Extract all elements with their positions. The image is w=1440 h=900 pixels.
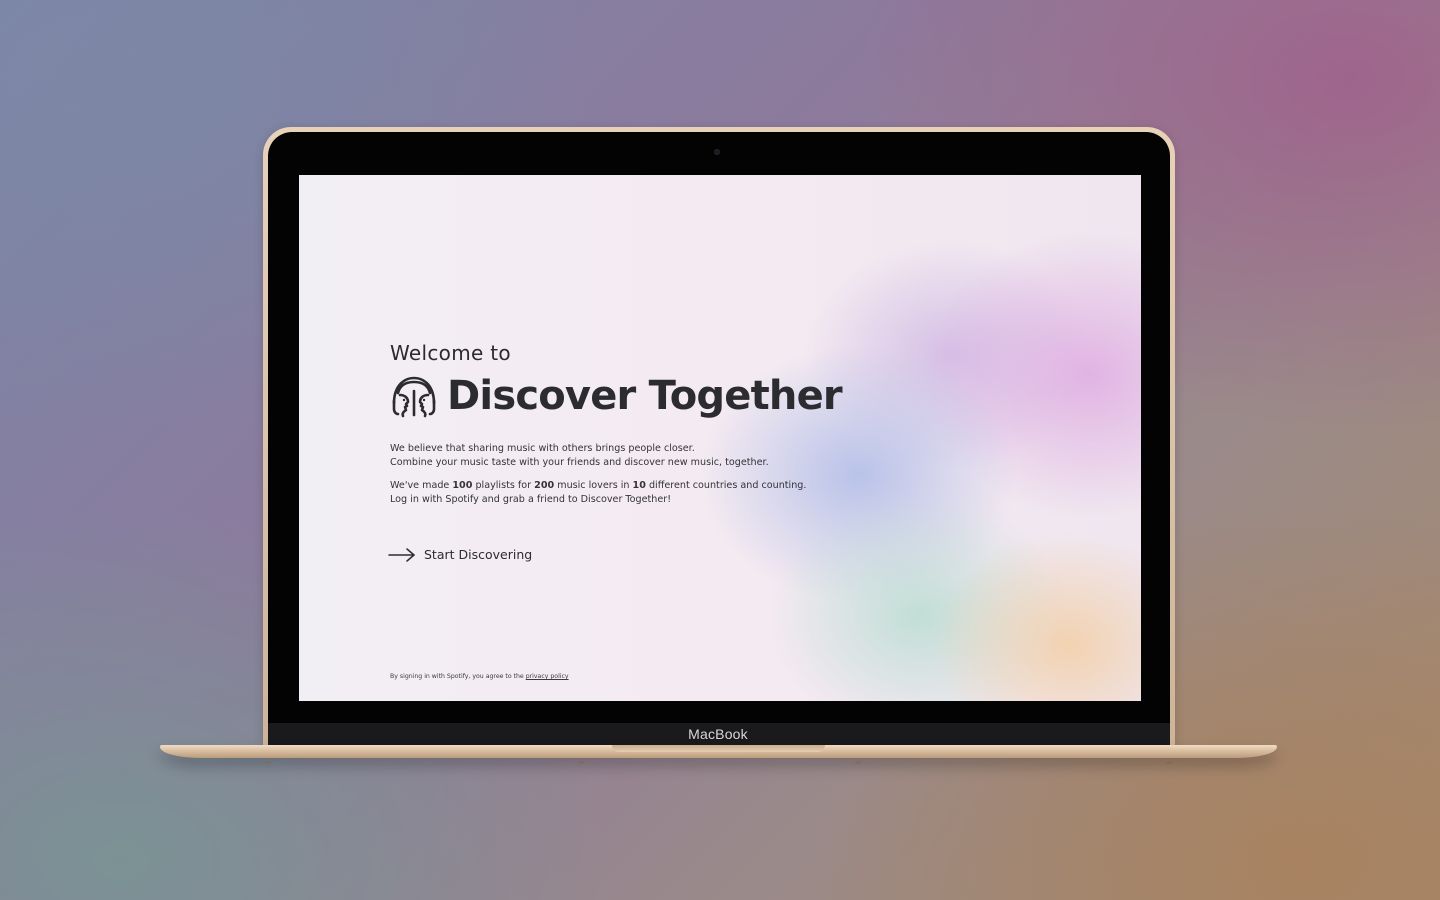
laptop-foot bbox=[578, 761, 584, 764]
stats-paragraph: We've made 100 playlists for 200 music l… bbox=[390, 479, 806, 507]
laptop-opening-notch bbox=[612, 745, 825, 752]
intro-line-2: Combine your music taste with your frien… bbox=[390, 457, 769, 468]
music-lovers-count: 200 bbox=[534, 480, 555, 491]
intro-paragraph: We believe that sharing music with other… bbox=[390, 442, 769, 470]
title-row: Discover Together bbox=[389, 373, 843, 419]
laptop-foot bbox=[1166, 761, 1172, 764]
app-title: Discover Together bbox=[447, 373, 843, 419]
countries-count: 10 bbox=[632, 480, 646, 491]
stats-mid-1: playlists for bbox=[472, 480, 535, 491]
start-discovering-button[interactable]: Start Discovering bbox=[388, 547, 532, 562]
stats-suffix: different countries and counting. bbox=[645, 480, 807, 491]
arrow-right-icon bbox=[388, 547, 415, 562]
webcam bbox=[714, 149, 720, 155]
privacy-policy-link[interactable]: privacy policy bbox=[526, 673, 569, 680]
stats-line-2: Log in with Spotify and grab a friend to… bbox=[390, 494, 672, 505]
headphones-faces-logo-icon bbox=[392, 376, 436, 418]
stats-prefix: We've made bbox=[390, 480, 453, 491]
playlists-count: 100 bbox=[452, 480, 473, 491]
privacy-footnote: By signing in with Spotify, you agree to… bbox=[390, 673, 569, 680]
laptop-foot bbox=[265, 761, 271, 764]
welcome-heading: Welcome to bbox=[390, 341, 511, 365]
device-brand-label: MacBook bbox=[688, 726, 748, 742]
laptop-foot bbox=[855, 761, 861, 764]
stats-line-1: We've made 100 playlists for 200 music l… bbox=[390, 479, 806, 493]
stats-mid-2: music lovers in bbox=[554, 480, 633, 491]
privacy-footnote-text: By signing in with Spotify, you agree to… bbox=[390, 673, 526, 680]
intro-line-1: We believe that sharing music with other… bbox=[390, 443, 695, 454]
app-screen: Welcome to Discover Together We believe … bbox=[299, 175, 1141, 701]
start-discovering-label: Start Discovering bbox=[424, 547, 533, 562]
